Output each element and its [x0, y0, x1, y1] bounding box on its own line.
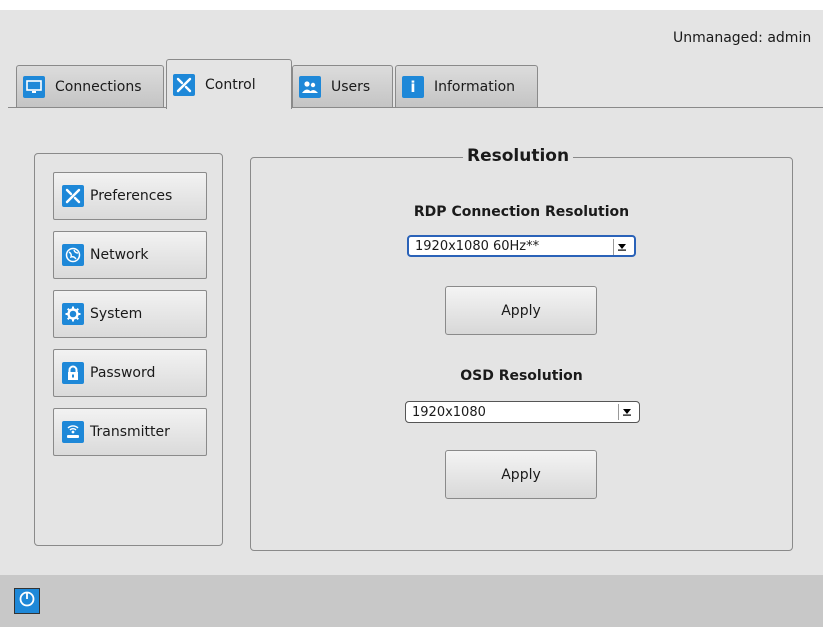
- rdp-resolution-label: RDP Connection Resolution: [413, 204, 630, 220]
- tab-label: Control: [205, 76, 256, 93]
- sidebar-item-label: System: [90, 306, 143, 322]
- user-status: Unmanaged: admin: [673, 30, 812, 46]
- control-sidebar: Preferences Network System Password Tran…: [34, 153, 223, 546]
- select-value: 1920x1080: [412, 404, 486, 420]
- app-window: Unmanaged: admin Connections Control Use…: [0, 10, 823, 627]
- panel-title: Resolution: [463, 146, 574, 166]
- resolution-panel: Resolution RDP Connection Resolution 192…: [250, 146, 793, 551]
- power-button[interactable]: [14, 588, 40, 614]
- gear-icon: [62, 303, 84, 325]
- tab-connections[interactable]: Connections: [16, 65, 164, 107]
- tab-divider: [8, 107, 823, 108]
- chevron-down-icon: [613, 239, 630, 255]
- sidebar-item-label: Transmitter: [90, 424, 170, 440]
- sidebar-item-transmitter[interactable]: Transmitter: [53, 408, 207, 456]
- tab-information[interactable]: i Information: [395, 65, 538, 107]
- osd-resolution-select[interactable]: 1920x1080: [405, 401, 640, 423]
- tab-label: Information: [434, 78, 516, 95]
- osd-apply-button[interactable]: Apply: [445, 450, 597, 499]
- sidebar-item-label: Password: [90, 365, 156, 381]
- chevron-down-icon: [618, 404, 635, 420]
- rdp-resolution-select[interactable]: 1920x1080 60Hz**: [407, 235, 636, 257]
- sidebar-item-password[interactable]: Password: [53, 349, 207, 397]
- tools-icon: [173, 73, 195, 96]
- select-value: 1920x1080 60Hz**: [415, 238, 540, 254]
- bottom-bar: [0, 575, 823, 627]
- lock-icon: [62, 362, 84, 384]
- sidebar-item-system[interactable]: System: [53, 290, 207, 338]
- info-icon: i: [402, 75, 424, 98]
- tab-label: Connections: [55, 78, 142, 95]
- tools-icon: [62, 185, 84, 207]
- tab-label: Users: [331, 78, 371, 95]
- tab-users[interactable]: Users: [292, 65, 393, 107]
- monitor-icon: [23, 75, 45, 98]
- osd-resolution-label: OSD Resolution: [460, 368, 583, 384]
- users-icon: [299, 75, 321, 98]
- sidebar-item-label: Network: [90, 247, 149, 263]
- globe-icon: [62, 244, 84, 266]
- rdp-apply-button[interactable]: Apply: [445, 286, 597, 335]
- sidebar-item-label: Preferences: [90, 188, 173, 204]
- sidebar-item-preferences[interactable]: Preferences: [53, 172, 207, 220]
- sidebar-item-network[interactable]: Network: [53, 231, 207, 279]
- transmitter-icon: [62, 421, 84, 443]
- tab-control[interactable]: Control: [166, 59, 292, 109]
- power-icon: [18, 590, 36, 612]
